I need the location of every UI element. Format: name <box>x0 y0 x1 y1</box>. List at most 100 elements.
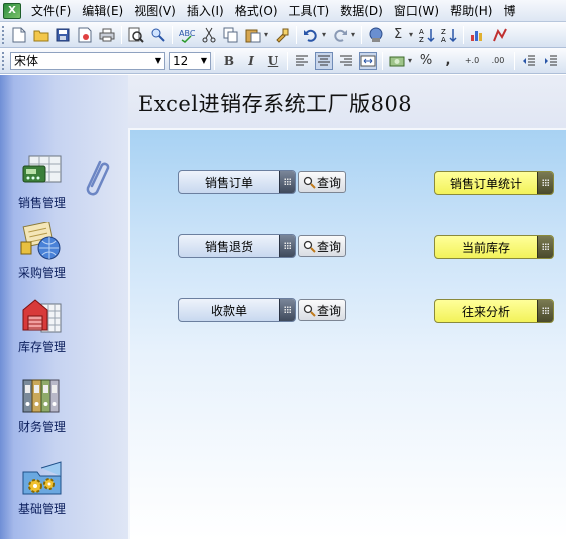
percent-button[interactable]: % <box>417 52 435 70</box>
font-size-select[interactable]: 12 ▼ <box>169 51 211 70</box>
font-name-select[interactable]: 宋体 ▼ <box>10 51 165 70</box>
chart-wizard-icon[interactable] <box>469 26 487 44</box>
grip-icon <box>279 171 295 193</box>
svg-text:Z: Z <box>419 36 424 43</box>
menu-help[interactable]: 帮助(H) <box>448 2 501 19</box>
toolbar-separator <box>382 51 383 70</box>
svg-text:A: A <box>419 28 424 36</box>
autosum-dropdown-icon[interactable]: ▾ <box>409 30 413 39</box>
align-right-icon[interactable] <box>337 52 355 70</box>
comma-style-button[interactable]: , <box>439 52 457 70</box>
button-label: 销售退货 <box>204 239 253 254</box>
merge-center-icon[interactable] <box>359 51 377 70</box>
menu-window[interactable]: 窗口(W) <box>392 2 448 19</box>
menu-file[interactable]: 文件(F) <box>29 2 80 19</box>
sales-return-button[interactable]: 销售退货 <box>178 234 296 258</box>
save-icon[interactable] <box>54 26 72 44</box>
research-icon[interactable] <box>149 26 167 44</box>
align-left-icon[interactable] <box>293 52 311 70</box>
decrease-decimal-button[interactable]: .00 <box>487 52 509 70</box>
button-label: 销售订单 <box>204 175 253 190</box>
bold-button[interactable]: B <box>220 52 238 70</box>
print-icon[interactable] <box>98 26 116 44</box>
format-painter-icon[interactable] <box>273 26 291 44</box>
currency-dropdown-icon[interactable]: ▾ <box>408 56 412 65</box>
receipt-query-button[interactable]: 查询 <box>298 299 346 321</box>
underline-button[interactable]: U <box>264 52 282 70</box>
menu-edit[interactable]: 编辑(E) <box>80 2 132 19</box>
nav-label: 库存管理 <box>17 340 66 354</box>
nav-inventory-management[interactable]: 库存管理 <box>12 296 72 355</box>
menu-tools[interactable]: 工具(T) <box>287 2 339 19</box>
button-label: 往来分析 <box>461 304 510 319</box>
sales-order-stats-button[interactable]: 销售订单统计 <box>434 171 554 195</box>
toolbar-grip[interactable] <box>2 25 5 44</box>
sales-order-button[interactable]: 销售订单 <box>178 170 296 194</box>
sort-descending-icon[interactable]: ZA <box>440 26 458 44</box>
increase-decimal-button[interactable]: +.0 <box>461 52 483 70</box>
nav-sales-management[interactable]: 销售管理 <box>12 152 72 211</box>
excel-app-icon[interactable]: X <box>3 2 21 19</box>
open-folder-icon[interactable] <box>32 26 50 44</box>
italic-button[interactable]: I <box>242 52 260 70</box>
menu-view[interactable]: 视图(V) <box>132 2 185 19</box>
autosum-icon[interactable]: Σ <box>389 26 407 44</box>
decrease-indent-icon[interactable] <box>520 52 538 70</box>
toolbar-separator <box>172 25 173 44</box>
button-label: 收款单 <box>210 303 247 318</box>
nav-basic-management[interactable]: 基础管理 <box>12 458 72 517</box>
button-label: 当前库存 <box>461 240 510 255</box>
sort-ascending-icon[interactable]: AZ <box>418 26 436 44</box>
magnifier-icon <box>303 240 316 253</box>
menu-overflow[interactable]: 博 <box>501 2 524 19</box>
print-preview-icon[interactable] <box>127 26 145 44</box>
magnifier-icon <box>303 176 316 189</box>
grip-icon <box>537 300 553 322</box>
menu-data[interactable]: 数据(D) <box>338 2 392 19</box>
increase-indent-icon[interactable] <box>542 52 560 70</box>
svg-text:A: A <box>441 36 446 43</box>
warehouse-icon <box>19 296 65 336</box>
app-title: Excel进销存系统工厂版808 <box>138 92 413 116</box>
receipt-button[interactable]: 收款单 <box>178 298 296 322</box>
copy-icon[interactable] <box>222 26 240 44</box>
query-label: 查询 <box>316 303 341 318</box>
nav-label: 采购管理 <box>17 266 66 280</box>
drawing-icon[interactable] <box>491 26 509 44</box>
sales-order-query-button[interactable]: 查询 <box>298 171 346 193</box>
chevron-down-icon: ▼ <box>200 56 207 65</box>
menu-format[interactable]: 格式(O) <box>233 2 287 19</box>
toolbar-separator <box>463 25 465 44</box>
gears-folder-icon <box>19 458 65 498</box>
spelling-icon[interactable]: ABC <box>178 26 196 44</box>
new-file-icon[interactable] <box>10 26 28 44</box>
query-label: 查询 <box>316 175 341 190</box>
currency-icon[interactable] <box>388 52 406 70</box>
nav-label: 财务管理 <box>17 420 66 434</box>
nav-label: 销售管理 <box>17 196 66 210</box>
standard-toolbar: ABC ▾ ▾ ▾ Σ ▾ AZ ZA <box>0 22 566 48</box>
formatting-toolbar: 宋体 ▼ 12 ▼ B I U ▾ % , +.0 .00 <box>0 48 566 74</box>
sales-return-query-button[interactable]: 查询 <box>298 235 346 257</box>
paste-icon[interactable] <box>244 26 262 44</box>
nav-finance-management[interactable]: 财务管理 <box>12 376 72 435</box>
toolbar-separator <box>296 25 298 44</box>
undo-icon[interactable] <box>302 26 320 44</box>
align-center-icon[interactable] <box>315 51 333 70</box>
undo-dropdown-icon[interactable]: ▾ <box>322 30 326 39</box>
menu-insert[interactable]: 插入(I) <box>185 2 233 19</box>
toolbar-grip[interactable] <box>2 51 5 70</box>
current-stock-button[interactable]: 当前库存 <box>434 235 554 259</box>
permission-icon[interactable] <box>76 26 94 44</box>
redo-dropdown-icon[interactable]: ▾ <box>351 30 355 39</box>
grip-icon <box>279 235 295 257</box>
nav-purchase-management[interactable]: 采购管理 <box>12 220 72 281</box>
purchase-globe-icon <box>19 220 65 262</box>
cut-icon[interactable] <box>200 26 218 44</box>
hyperlink-icon[interactable] <box>367 26 385 44</box>
account-analysis-button[interactable]: 往来分析 <box>434 299 554 323</box>
svg-text:Z: Z <box>441 28 446 36</box>
sales-register-icon <box>19 152 65 192</box>
paste-dropdown-icon[interactable]: ▾ <box>264 30 268 39</box>
redo-icon[interactable] <box>331 26 349 44</box>
